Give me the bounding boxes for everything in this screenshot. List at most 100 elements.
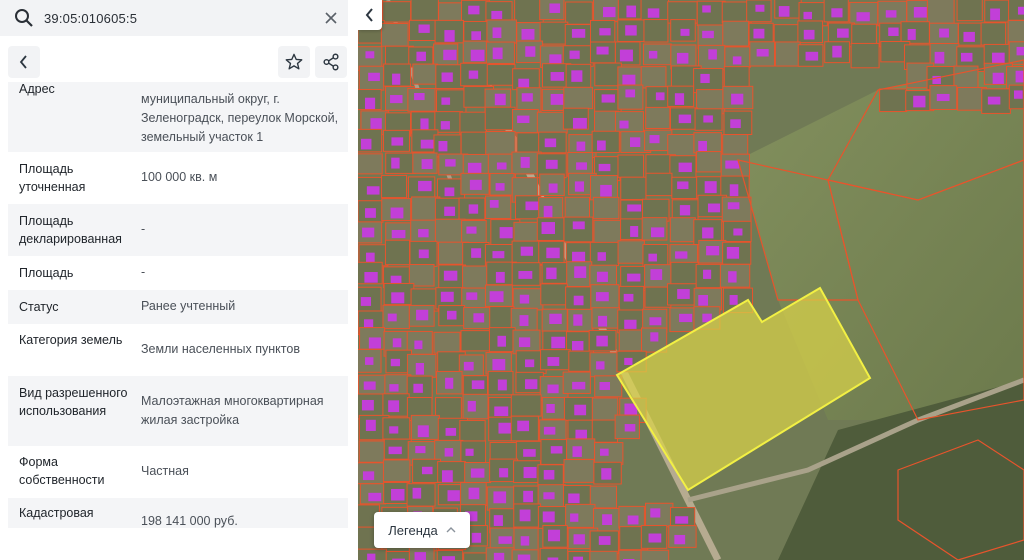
search-bar[interactable]: 39:05:010605:5 (0, 0, 348, 36)
building (444, 206, 456, 216)
building (630, 226, 639, 237)
legend-button[interactable]: Легенда (374, 512, 470, 548)
star-icon (285, 53, 303, 70)
building (494, 406, 509, 417)
building (417, 425, 429, 438)
building (832, 45, 842, 58)
building (805, 51, 819, 61)
building (549, 313, 562, 324)
legend-label: Легенда (388, 522, 438, 538)
building (520, 156, 530, 168)
building (729, 184, 739, 197)
search-input[interactable]: 39:05:010605:5 (44, 11, 137, 26)
back-button[interactable] (8, 46, 40, 78)
building (521, 93, 533, 102)
building (365, 97, 376, 110)
parcel (459, 111, 488, 135)
building (732, 56, 742, 65)
building (494, 93, 506, 106)
building (517, 115, 530, 124)
building (622, 74, 636, 85)
building (803, 11, 812, 20)
building (415, 362, 424, 375)
building (601, 468, 612, 480)
building (778, 6, 790, 17)
building (573, 295, 584, 306)
building (445, 159, 456, 167)
parcel (460, 330, 491, 352)
close-icon[interactable] (322, 9, 340, 27)
building (569, 50, 580, 59)
building (525, 46, 536, 57)
building (414, 340, 423, 350)
building (361, 399, 374, 411)
building (677, 289, 690, 299)
collapse-panel-button[interactable] (358, 0, 382, 30)
row-area: Площадь - (8, 256, 348, 290)
parcel (489, 306, 515, 330)
building (598, 315, 608, 327)
building (731, 93, 744, 105)
chevron-left-icon (19, 55, 27, 69)
building (541, 222, 555, 235)
building (496, 162, 507, 170)
building (629, 137, 641, 147)
building (387, 313, 397, 322)
building (551, 336, 566, 349)
building (574, 181, 584, 192)
building (603, 6, 616, 18)
parcel (563, 216, 594, 243)
building (625, 25, 637, 36)
building (365, 419, 376, 431)
building (523, 466, 537, 479)
parcel (645, 106, 671, 129)
parcel (412, 63, 439, 85)
map-view[interactable] (358, 0, 1024, 560)
row-value: - (141, 265, 146, 279)
building (987, 96, 1001, 105)
building (756, 49, 769, 57)
building (572, 446, 582, 457)
parcel (592, 196, 620, 220)
parcel (460, 131, 489, 157)
building (703, 115, 713, 123)
building (421, 466, 433, 475)
building (440, 291, 454, 302)
building (418, 24, 430, 33)
building (572, 221, 585, 230)
row-area-precise: Площадь уточненная 100 000 кв. м (8, 152, 348, 204)
chevron-left-icon (365, 8, 373, 22)
building (525, 379, 538, 390)
satellite-map[interactable] (358, 0, 1024, 560)
parcel (774, 41, 801, 67)
building (648, 253, 657, 262)
building (412, 487, 422, 499)
favorite-button[interactable] (278, 46, 310, 78)
share-button[interactable] (315, 46, 347, 78)
building (489, 199, 499, 208)
building (390, 95, 403, 104)
building (546, 267, 557, 280)
building (596, 46, 609, 55)
parcel (645, 172, 673, 197)
share-icon (323, 53, 339, 71)
building (365, 208, 376, 218)
building (726, 246, 740, 259)
parcel (358, 153, 383, 175)
building (627, 273, 641, 282)
parcel (618, 549, 645, 560)
building (856, 12, 870, 22)
building (520, 536, 530, 546)
row-permitted-use: Вид разрешенного использования Малоэтажн… (8, 376, 348, 446)
parcel (540, 283, 568, 306)
building (572, 341, 584, 351)
building (602, 514, 613, 526)
building (499, 468, 509, 478)
building (698, 140, 707, 152)
row-value: муниципальный округ, г. Зеленоградск, пе… (141, 92, 339, 144)
row-cadastral-value: Кадастровая стоимость 198 141 000 руб. (8, 498, 348, 528)
building (447, 490, 460, 502)
building (495, 271, 505, 283)
building (388, 400, 400, 413)
building (467, 400, 476, 412)
